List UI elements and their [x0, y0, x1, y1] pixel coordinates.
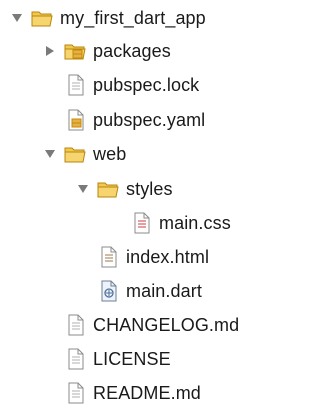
- tree-item-pubspec-lock[interactable]: pubspec.lock: [43, 70, 199, 100]
- tree-item-readme-md[interactable]: README.md: [43, 378, 201, 408]
- tree-item-label: CHANGELOG.md: [93, 315, 240, 335]
- tree-item-pubspec-yaml[interactable]: pubspec.yaml: [43, 105, 205, 135]
- tree-item-styles[interactable]: styles: [76, 174, 173, 204]
- file-icon: [63, 382, 87, 404]
- tree-item-label: main.css: [159, 213, 231, 233]
- tree-item-license[interactable]: LICENSE: [43, 344, 171, 374]
- css-file-icon: [129, 212, 153, 234]
- chevron-down-icon[interactable]: [76, 182, 90, 196]
- file-icon: [63, 314, 87, 336]
- tree-item-label: LICENSE: [93, 349, 171, 369]
- tree-item-packages[interactable]: packages: [43, 36, 171, 66]
- html-file-icon: [96, 246, 120, 268]
- tree-item-label: my_first_dart_app: [60, 8, 206, 28]
- tree-item-label: web: [93, 144, 127, 164]
- tree-item-label: pubspec.lock: [93, 75, 200, 95]
- tree-item-label: README.md: [93, 383, 201, 403]
- file-yaml-icon: [63, 109, 87, 131]
- tree-item-index-html[interactable]: index.html: [76, 242, 209, 272]
- tree-item-main-dart[interactable]: main.dart: [76, 276, 202, 306]
- file-icon: [63, 348, 87, 370]
- tree-item-label: pubspec.yaml: [93, 110, 206, 130]
- tree-item-web[interactable]: web: [43, 139, 126, 169]
- chevron-down-icon[interactable]: [10, 11, 24, 25]
- chevron-down-icon[interactable]: [43, 147, 57, 161]
- folder-package-icon: [63, 40, 87, 62]
- project-tree: my_first_dart_app packages pubspec.lock: [0, 0, 279, 410]
- tree-item-label: packages: [93, 41, 171, 61]
- folder-open-icon: [96, 178, 120, 200]
- folder-open-icon: [30, 7, 54, 29]
- folder-open-icon: [63, 143, 87, 165]
- dart-file-icon: [96, 280, 120, 302]
- tree-item-label: index.html: [126, 247, 210, 267]
- tree-item-my-first-dart-app[interactable]: my_first_dart_app: [10, 3, 206, 33]
- chevron-right-icon[interactable]: [43, 44, 57, 58]
- tree-item-label: styles: [126, 179, 173, 199]
- tree-item-changelog-md[interactable]: CHANGELOG.md: [43, 310, 239, 340]
- tree-item-label: main.dart: [126, 281, 202, 301]
- file-icon: [63, 74, 87, 96]
- tree-item-main-css[interactable]: main.css: [109, 208, 231, 238]
